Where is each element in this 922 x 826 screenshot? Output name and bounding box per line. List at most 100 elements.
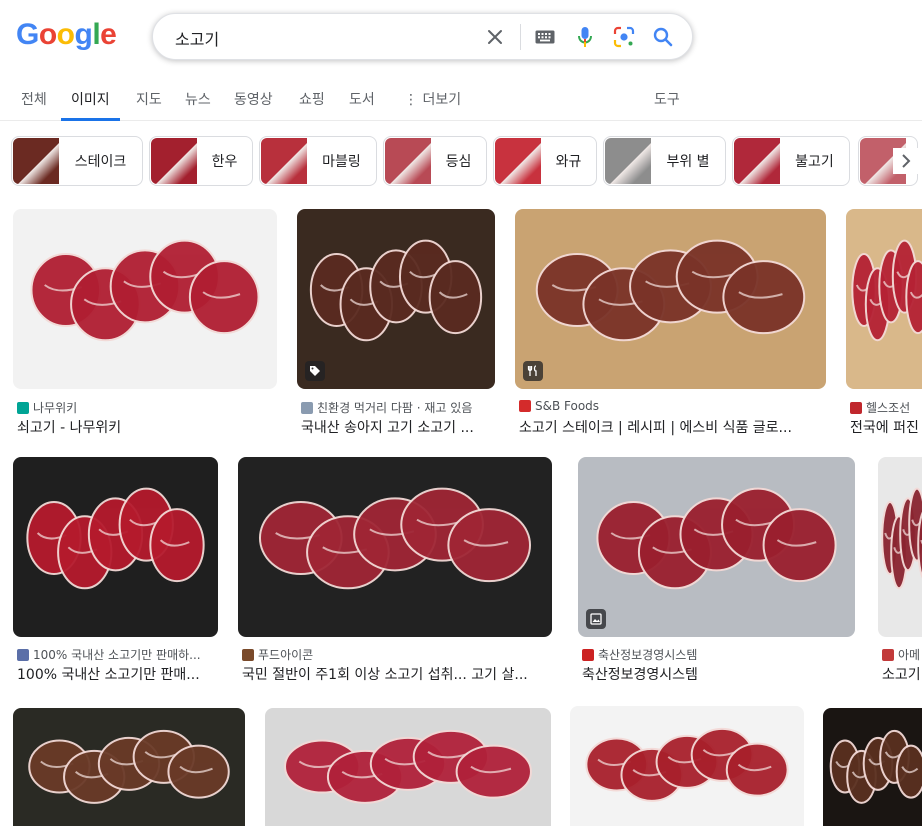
header: Google 소고기 xyxy=(0,0,922,76)
favicon-icon xyxy=(17,648,29,661)
result-source[interactable]: 아메 xyxy=(882,646,922,663)
result-title[interactable]: 쇠고기 - 나무위키 xyxy=(17,417,277,437)
chip-thumbnail xyxy=(151,138,197,184)
result-title[interactable]: 전국에 퍼진 xyxy=(850,417,922,437)
tab-more[interactable]: ⋮ 더보기 xyxy=(404,80,461,120)
chip-label: 부위 별 xyxy=(666,154,710,170)
result-card[interactable] xyxy=(13,708,245,826)
result-image[interactable] xyxy=(265,708,551,826)
keyboard-icon[interactable] xyxy=(533,25,557,49)
result-card[interactable] xyxy=(265,708,551,826)
chevron-right-icon[interactable] xyxy=(893,148,919,174)
result-image[interactable] xyxy=(238,457,552,637)
chip-thumbnail xyxy=(605,138,651,184)
result-source[interactable]: 푸드아이콘 xyxy=(242,646,556,663)
related-chips: 스테이크 한우 마블링 등심 와규 부위 별 불고기 xyxy=(0,136,922,186)
chip-label: 한우 xyxy=(211,154,238,170)
tab-tools[interactable]: 도구 xyxy=(654,80,680,120)
chip-label: 불고기 xyxy=(795,154,834,170)
chip-steak[interactable]: 스테이크 xyxy=(11,136,143,186)
image-icon xyxy=(586,609,606,629)
result-source[interactable]: 친환경 먹거리 다팜 · 재고 있음 xyxy=(301,399,499,416)
close-icon[interactable] xyxy=(483,25,507,49)
result-source[interactable]: 나무위키 xyxy=(17,399,281,416)
result-image[interactable] xyxy=(578,457,855,637)
favicon-icon xyxy=(882,648,894,661)
result-title[interactable]: 국내산 송아지 고기 소고기 ... xyxy=(301,417,495,437)
search-divider xyxy=(520,24,521,50)
favicon-icon xyxy=(242,648,254,661)
tab-news[interactable]: 뉴스 xyxy=(185,80,211,120)
result-image[interactable] xyxy=(515,209,826,389)
lens-icon[interactable] xyxy=(612,25,636,49)
chip-sirloin[interactable]: 등심 xyxy=(383,136,487,186)
chip-hanwoo[interactable]: 한우 xyxy=(149,136,253,186)
result-card[interactable]: 헬스조선 전국에 퍼진 xyxy=(846,209,922,439)
result-image[interactable] xyxy=(13,209,277,389)
result-image[interactable] xyxy=(878,457,922,637)
tag-icon xyxy=(305,361,325,381)
tab-shopping[interactable]: 쇼핑 xyxy=(299,80,325,120)
result-card[interactable]: 100% 국내산 소고기만 판매하... 100% 국내산 소고기만 판매... xyxy=(13,457,218,687)
chip-label: 와규 xyxy=(555,154,582,170)
tab-videos[interactable]: 동영상 xyxy=(234,80,273,120)
result-card[interactable] xyxy=(570,706,804,826)
result-card[interactable]: 푸드아이콘 국민 절반이 주1회 이상 소고기 섭취... 고기 살... xyxy=(238,457,552,687)
result-image[interactable] xyxy=(13,708,245,826)
result-source[interactable]: 축산정보경영시스템 xyxy=(582,646,859,663)
recipe-icon xyxy=(523,361,543,381)
chip-label: 등심 xyxy=(445,154,472,170)
favicon-icon xyxy=(301,401,313,414)
result-image[interactable] xyxy=(570,706,804,826)
result-title[interactable]: 소고기 xyxy=(882,664,922,684)
result-title[interactable]: 축산정보경영시스템 xyxy=(582,664,852,684)
result-source[interactable]: 헬스조선 xyxy=(850,399,922,416)
chip-wagyu[interactable]: 와규 xyxy=(493,136,597,186)
result-card[interactable]: 친환경 먹거리 다팜 · 재고 있음 국내산 송아지 고기 소고기 ... xyxy=(297,209,495,439)
favicon-icon xyxy=(582,648,594,661)
result-image[interactable] xyxy=(823,708,922,826)
result-card[interactable] xyxy=(823,708,922,826)
tab-maps[interactable]: 지도 xyxy=(136,80,162,120)
result-image[interactable] xyxy=(297,209,495,389)
chip-thumbnail xyxy=(734,138,780,184)
result-title[interactable]: 소고기 스테이크 | 레시피 | 에스비 식품 글로... xyxy=(519,417,819,437)
result-source[interactable]: S&B Foods xyxy=(519,399,830,413)
google-logo[interactable]: Google xyxy=(16,18,117,52)
logo-letter: e xyxy=(100,18,117,51)
logo-letter: G xyxy=(16,18,39,51)
result-card[interactable]: 아메 소고기 xyxy=(878,457,922,687)
favicon-icon xyxy=(850,401,862,414)
favicon-icon xyxy=(17,401,29,414)
search-icon[interactable] xyxy=(651,25,675,49)
result-image[interactable] xyxy=(846,209,922,389)
chip-thumbnail xyxy=(495,138,541,184)
result-card[interactable]: 나무위키 쇠고기 - 나무위키 xyxy=(13,209,277,439)
result-image[interactable] xyxy=(13,457,218,637)
logo-letter: o xyxy=(56,18,75,51)
result-card[interactable]: S&B Foods 소고기 스테이크 | 레시피 | 에스비 식품 글로... xyxy=(515,209,826,439)
favicon-icon xyxy=(519,400,531,412)
chip-bulgogi[interactable]: 불고기 xyxy=(732,136,850,186)
chip-cuts[interactable]: 부위 별 xyxy=(603,136,726,186)
tab-books[interactable]: 도서 xyxy=(349,80,375,120)
search-input[interactable]: 소고기 xyxy=(175,26,219,50)
result-source[interactable]: 100% 국내산 소고기만 판매하... xyxy=(17,646,222,663)
search-box[interactable]: 소고기 xyxy=(152,13,693,60)
chip-label: 스테이크 xyxy=(74,154,127,170)
search-tabs: 전체 이미지 지도 뉴스 동영상 쇼핑 도서 ⋮ 더보기 도구 xyxy=(0,80,922,121)
logo-letter: o xyxy=(38,18,57,51)
chip-thumbnail xyxy=(385,138,431,184)
logo-letter: g xyxy=(74,18,93,51)
logo-letter: l xyxy=(92,18,101,51)
chip-label: 마블링 xyxy=(322,154,361,170)
tab-images[interactable]: 이미지 xyxy=(61,80,120,121)
chip-thumbnail xyxy=(13,138,59,184)
chip-marbling[interactable]: 마블링 xyxy=(259,136,377,186)
result-card[interactable]: 축산정보경영시스템 축산정보경영시스템 xyxy=(578,457,855,687)
result-title[interactable]: 국민 절반이 주1회 이상 소고기 섭취... 고기 살... xyxy=(242,664,552,684)
tab-all[interactable]: 전체 xyxy=(21,80,47,120)
mic-icon[interactable] xyxy=(573,25,597,49)
result-title[interactable]: 100% 국내산 소고기만 판매... xyxy=(17,664,217,684)
chip-thumbnail xyxy=(261,138,307,184)
